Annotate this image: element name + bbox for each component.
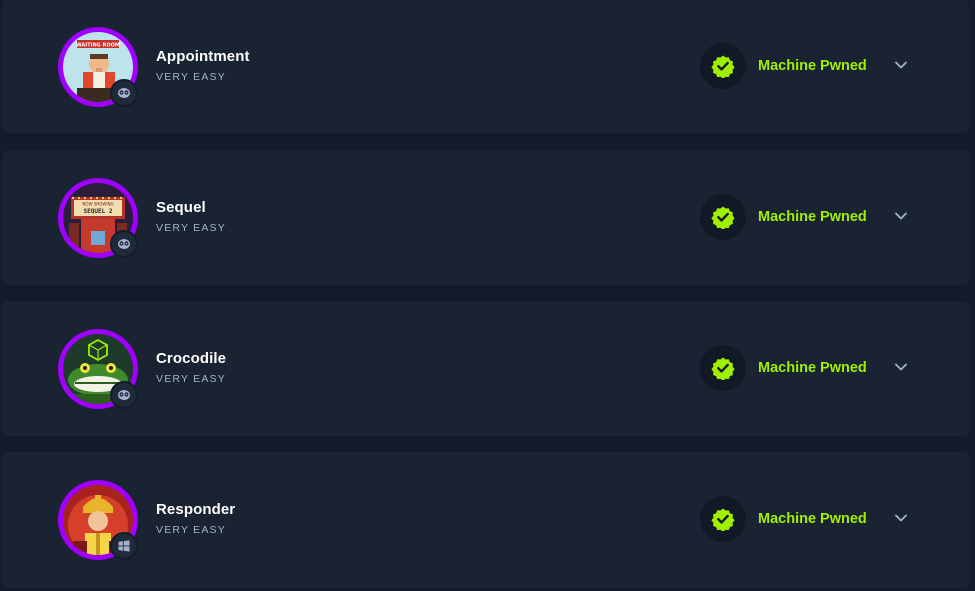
chevron-down-icon[interactable] <box>892 56 910 74</box>
check-badge-icon <box>700 43 746 89</box>
machine-difficulty: VERY EASY <box>156 524 226 536</box>
machine-difficulty: VERY EASY <box>156 71 226 83</box>
status-label: Machine Pwned <box>758 58 867 74</box>
linux-penguin-icon <box>110 381 138 409</box>
status-indicator: Machine Pwned <box>700 496 867 542</box>
machine-avatar[interactable] <box>58 480 138 560</box>
machine-info: Responder VERY EASY <box>156 501 235 536</box>
check-badge-icon <box>700 194 746 240</box>
machine-info: Sequel VERY EASY <box>156 199 226 234</box>
status-indicator: Machine Pwned <box>700 345 867 391</box>
status-indicator: Machine Pwned <box>700 43 867 89</box>
machine-name[interactable]: Appointment <box>156 48 250 65</box>
linux-penguin-icon <box>110 79 138 107</box>
machine-avatar[interactable]: WAITING ROOM <box>58 27 138 107</box>
machine-name[interactable]: Crocodile <box>156 350 226 367</box>
machine-card[interactable]: Responder VERY EASY Machine Pwned <box>2 452 969 588</box>
machine-difficulty: VERY EASY <box>156 222 226 234</box>
machine-list: WAITING ROOM Appointment VERY EASY Machi… <box>0 0 975 591</box>
status-label: Machine Pwned <box>758 511 867 527</box>
machine-avatar[interactable]: NOW SHOWING SEQUEL 2 <box>58 178 138 258</box>
check-badge-icon <box>700 345 746 391</box>
machine-avatar[interactable] <box>58 329 138 409</box>
status-label: Machine Pwned <box>758 209 867 225</box>
avatar-sign-text: WAITING ROOM <box>76 43 120 49</box>
machine-info: Crocodile VERY EASY <box>156 350 226 385</box>
machine-info: Appointment VERY EASY <box>156 48 250 83</box>
chevron-down-icon[interactable] <box>892 358 910 376</box>
machine-name[interactable]: Responder <box>156 501 235 518</box>
machine-card[interactable]: NOW SHOWING SEQUEL 2 Sequel VERY EASY Ma… <box>2 150 969 285</box>
status-label: Machine Pwned <box>758 360 867 376</box>
chevron-down-icon[interactable] <box>892 509 910 527</box>
linux-penguin-icon <box>110 230 138 258</box>
machine-card[interactable]: WAITING ROOM Appointment VERY EASY Machi… <box>2 0 969 133</box>
machine-name[interactable]: Sequel <box>156 199 226 216</box>
machine-card[interactable]: Crocodile VERY EASY Machine Pwned <box>2 301 969 436</box>
avatar-sign-marquee: SEQUEL 2 <box>84 208 113 215</box>
avatar-sign-small: NOW SHOWING <box>82 202 113 207</box>
windows-logo-icon <box>110 532 138 560</box>
check-badge-icon <box>700 496 746 542</box>
machine-difficulty: VERY EASY <box>156 373 226 385</box>
chevron-down-icon[interactable] <box>892 207 910 225</box>
status-indicator: Machine Pwned <box>700 194 867 240</box>
